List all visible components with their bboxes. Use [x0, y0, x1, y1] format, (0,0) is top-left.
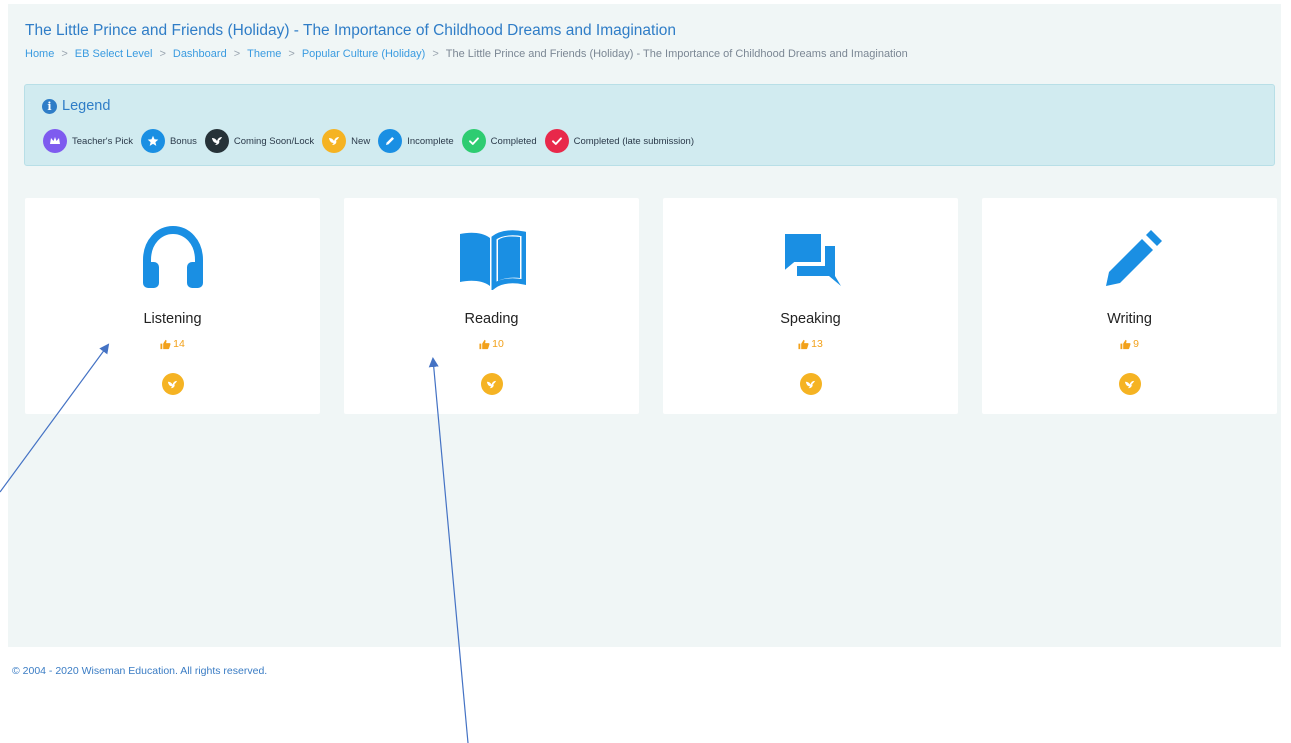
breadcrumb-theme[interactable]: Theme — [247, 48, 281, 60]
info-icon: i — [42, 98, 57, 114]
breadcrumb-dashboard[interactable]: Dashboard — [173, 48, 227, 60]
likes-value: 14 — [173, 338, 185, 350]
legend-item-incomplete: Incomplete — [378, 129, 454, 153]
legend-panel: i Legend Teacher's Pick Bonus Coming Soo… — [24, 84, 1275, 166]
crown-icon — [43, 129, 67, 153]
likes-value: 9 — [1133, 338, 1139, 350]
legend-items: Teacher's Pick Bonus Coming Soon/Lock Ne… — [43, 129, 702, 153]
legend-label: Completed (late submission) — [573, 135, 695, 147]
legend-label: Bonus — [169, 135, 197, 147]
new-badge — [480, 373, 503, 395]
thumbs-up-icon — [798, 339, 809, 349]
bird-icon — [1124, 380, 1135, 388]
breadcrumb: Home > EB Select Level > Dashboard > The… — [25, 48, 908, 60]
breadcrumb-separator: > — [288, 48, 295, 60]
card-title: Writing — [1107, 311, 1152, 327]
likes-count: 13 — [663, 338, 958, 350]
card-speaking[interactable]: Speaking 13 — [663, 198, 958, 414]
card-reading[interactable]: Reading 10 — [344, 198, 639, 414]
legend-label: New — [351, 135, 371, 147]
thumbs-up-icon — [160, 339, 171, 349]
card-title: Speaking — [780, 311, 841, 327]
breadcrumb-home[interactable]: Home — [25, 48, 54, 60]
breadcrumb-current: The Little Prince and Friends (Holiday) … — [445, 48, 908, 60]
bird-icon — [805, 380, 816, 388]
page-title: The Little Prince and Friends (Holiday) … — [25, 22, 677, 39]
breadcrumb-popular-culture[interactable]: Popular Culture (Holiday) — [302, 48, 426, 60]
breadcrumb-separator: > — [233, 48, 241, 60]
legend-item-teachers-pick: Teacher's Pick — [43, 129, 133, 153]
pencil-icon — [378, 129, 403, 153]
legend-item-completed-late: Completed (late submission) — [544, 129, 695, 153]
new-badge — [799, 373, 822, 395]
legend-label: Coming Soon/Lock — [233, 135, 315, 147]
card-listening[interactable]: Listening 14 — [25, 198, 320, 414]
card-title: Listening — [143, 311, 202, 327]
breadcrumb-eb-select-level[interactable]: EB Select Level — [75, 48, 153, 60]
bird-icon — [167, 380, 178, 388]
likes-count: 14 — [25, 338, 320, 350]
thumbs-up-icon — [1120, 339, 1131, 349]
likes-value: 10 — [492, 338, 504, 350]
card-writing[interactable]: Writing 9 — [982, 198, 1277, 414]
likes-value: 13 — [811, 338, 823, 350]
chat-icon — [777, 226, 845, 290]
bird-icon — [322, 129, 347, 153]
legend-item-completed: Completed — [461, 129, 537, 153]
content-area: The Little Prince and Friends (Holiday) … — [8, 4, 1281, 647]
legend-label: Incomplete — [407, 135, 454, 147]
thumbs-up-icon — [479, 339, 490, 349]
legend-label: Teacher's Pick — [72, 135, 133, 147]
check-icon — [544, 129, 569, 153]
likes-count: 10 — [344, 338, 639, 350]
legend-item-new: New — [322, 129, 370, 153]
breadcrumb-separator: > — [159, 48, 166, 60]
legend-item-bonus: Bonus — [140, 129, 197, 153]
footer-copyright: © 2004 - 2020 Wiseman Education. All rig… — [12, 665, 268, 677]
check-icon — [461, 129, 486, 153]
card-title: Reading — [464, 311, 519, 327]
bird-icon — [204, 129, 229, 153]
new-badge — [161, 373, 184, 395]
legend-title-text: Legend — [62, 98, 111, 114]
pencil-icon — [1096, 226, 1164, 290]
star-icon — [140, 129, 165, 153]
headphones-icon — [139, 225, 207, 290]
book-icon — [458, 226, 526, 291]
breadcrumb-separator: > — [432, 48, 439, 60]
legend-label: Completed — [490, 135, 537, 147]
likes-count: 9 — [982, 338, 1277, 350]
legend-item-coming-soon: Coming Soon/Lock — [204, 129, 315, 153]
legend-title: i Legend — [42, 98, 110, 114]
new-badge — [1118, 373, 1141, 395]
breadcrumb-separator: > — [61, 48, 68, 60]
bird-icon — [486, 380, 497, 388]
